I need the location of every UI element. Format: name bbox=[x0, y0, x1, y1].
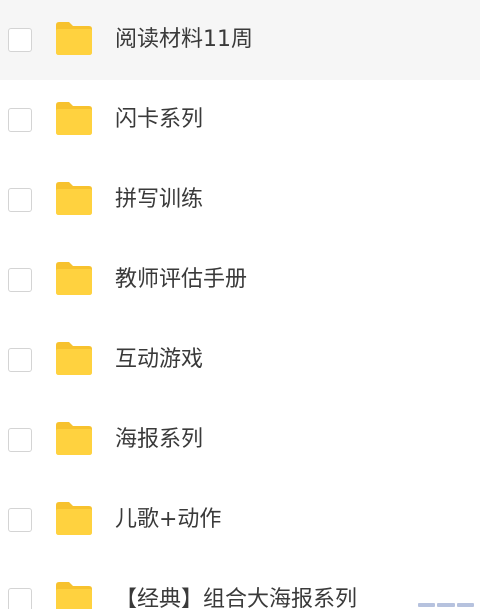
checkbox-icon[interactable] bbox=[8, 348, 32, 372]
folder-name: 儿歌+动作 bbox=[115, 507, 222, 532]
folder-icon bbox=[54, 499, 94, 537]
folder-row[interactable]: 闪卡系列 bbox=[0, 80, 480, 160]
checkbox-icon[interactable] bbox=[8, 268, 32, 292]
watermark-bar bbox=[418, 603, 436, 607]
folder-row[interactable]: 互动游戏 bbox=[0, 320, 480, 400]
folder-name: 教师评估手册 bbox=[115, 267, 248, 292]
folder-row[interactable]: 拼写训练 bbox=[0, 160, 480, 240]
checkbox-icon[interactable] bbox=[8, 188, 32, 212]
watermark-bar bbox=[437, 603, 455, 607]
folder-icon bbox=[54, 99, 94, 137]
folder-row[interactable]: 【经典】组合大海报系列 bbox=[0, 560, 480, 609]
folder-icon bbox=[54, 339, 94, 377]
folder-icon bbox=[54, 419, 94, 457]
folder-icon bbox=[54, 259, 94, 297]
folder-icon bbox=[54, 19, 94, 57]
folder-icon bbox=[54, 179, 94, 217]
checkbox-icon[interactable] bbox=[8, 588, 32, 609]
folder-name: 海报系列 bbox=[115, 427, 204, 452]
folder-row[interactable]: 儿歌+动作 bbox=[0, 480, 480, 560]
folder-name: 【经典】组合大海报系列 bbox=[115, 587, 358, 609]
folder-name: 互动游戏 bbox=[115, 347, 204, 372]
folder-row[interactable]: 教师评估手册 bbox=[0, 240, 480, 320]
folder-icon bbox=[54, 579, 94, 609]
checkbox-icon[interactable] bbox=[8, 28, 32, 52]
folder-row[interactable]: 阅读材料11周 bbox=[0, 0, 480, 80]
folder-name: 闪卡系列 bbox=[115, 107, 204, 132]
folder-name: 阅读材料11周 bbox=[115, 27, 253, 52]
folder-list: 阅读材料11周 闪卡系列 拼写训练 教师评估手册 互动游戏 海报系列 儿歌+动作… bbox=[0, 0, 480, 609]
checkbox-icon[interactable] bbox=[8, 428, 32, 452]
watermark-bar bbox=[456, 603, 474, 607]
checkbox-icon[interactable] bbox=[8, 108, 32, 132]
watermark-mark bbox=[418, 603, 474, 607]
checkbox-icon[interactable] bbox=[8, 508, 32, 532]
folder-name: 拼写训练 bbox=[115, 187, 204, 212]
folder-row[interactable]: 海报系列 bbox=[0, 400, 480, 480]
